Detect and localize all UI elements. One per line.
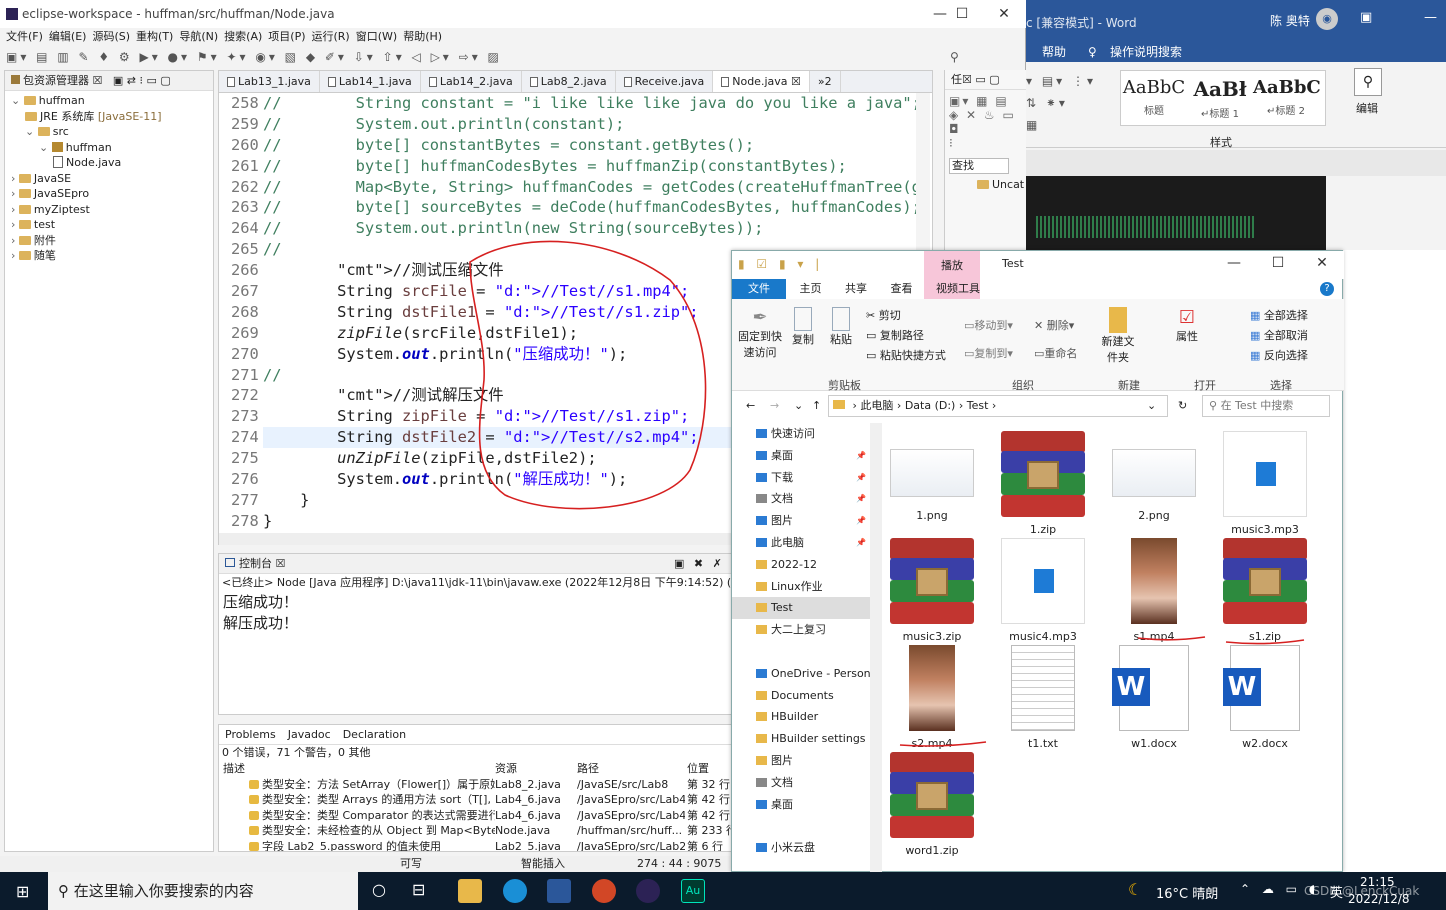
task-view-icon[interactable]: ⊟ [412,880,425,899]
taskbar-search-placeholder: 在这里输入你要搜索的内容 [73,882,254,900]
windows-start-icon[interactable]: ⊞ [16,882,29,901]
annotation-underline-s1mp4 [1137,636,1206,641]
audition-icon[interactable]: Au [681,879,705,903]
annotation-overlay [469,240,1305,747]
file-explorer-icon[interactable] [458,879,482,903]
annotation-underline-s2mp4 [899,741,987,747]
annotation-underline-s1zip [1225,639,1305,645]
taskbar: ⊞ ⚲ 在这里输入你要搜索的内容 ○ ⊟ Au ☾ 16°C 晴朗 ⌃ ☁ ▭ … [0,872,1446,910]
annotation-circle [469,240,707,510]
cortana-icon[interactable]: ○ [372,880,386,899]
watermark: CSDN @LenckCuak [1304,884,1420,898]
edge-icon[interactable] [503,879,527,903]
word-icon[interactable] [547,879,571,903]
taskbar-search[interactable]: ⚲ 在这里输入你要搜索的内容 [48,872,358,910]
weather-text[interactable]: 16°C 晴朗 [1156,883,1218,902]
search-icon: ⚲ [58,882,69,900]
powerpoint-icon[interactable] [592,879,616,903]
weather-icon[interactable]: ☾ [1128,880,1142,899]
eclipse-icon[interactable] [636,879,660,903]
